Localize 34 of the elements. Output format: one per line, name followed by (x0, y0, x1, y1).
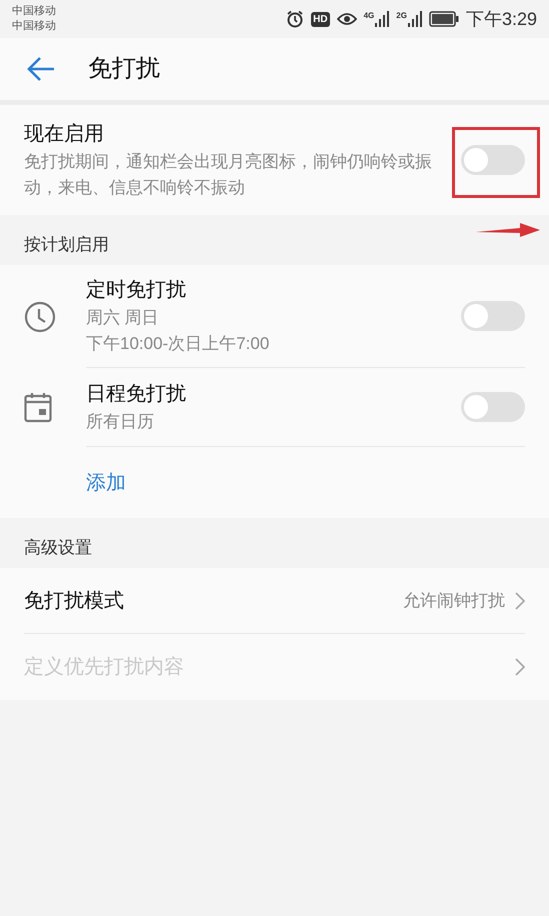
settings-row[interactable]: 免打扰模式 允许闹钟打扰 (24, 568, 525, 634)
page-title: 免打扰 (88, 54, 160, 84)
calendar-icon (24, 392, 52, 422)
toggle-switch[interactable] (461, 392, 525, 422)
network-label: 4G (364, 11, 374, 20)
section-header: 按计划启用 (24, 234, 109, 256)
carrier-name: 中国移动 (12, 19, 56, 34)
eye-icon (336, 12, 357, 26)
clock-icon (24, 300, 56, 332)
battery-icon (428, 11, 459, 27)
setting-title: 日程免打扰 (86, 382, 187, 407)
clock-time: 下午3:29 (466, 8, 537, 30)
setting-title: 定时免打扰 (86, 278, 187, 303)
setting-title: 现在启用 (24, 122, 105, 147)
setting-description: 免打扰期间，通知栏会出现月亮图标，闹钟仍响铃或振动，来电、信息不响铃不振动 (24, 151, 433, 199)
chevron-right-icon (515, 658, 525, 676)
setting-subtitle: 所有日历 (86, 411, 155, 433)
setting-value: 允许闹钟打扰 (403, 590, 505, 612)
add-link[interactable]: 添加 (86, 468, 126, 498)
toggle-switch[interactable] (461, 145, 525, 175)
setting-title: 免打扰模式 (24, 588, 125, 614)
hd-badge: HD (311, 12, 330, 26)
carrier-name: 中国移动 (12, 4, 56, 19)
signal-icon (375, 11, 390, 27)
setting-subtitle: 下午10:00-次日上午7:00 (86, 333, 270, 355)
chevron-right-icon (515, 592, 525, 610)
section-header: 高级设置 (24, 536, 92, 558)
setting-subtitle: 周六 周日 (86, 307, 160, 329)
annotation-arrow (476, 222, 540, 238)
network-label: 2G (396, 11, 407, 20)
alarm-icon (286, 10, 304, 28)
signal-icon (408, 11, 422, 27)
toggle-switch[interactable] (461, 301, 525, 331)
back-arrow-icon[interactable] (26, 56, 56, 82)
